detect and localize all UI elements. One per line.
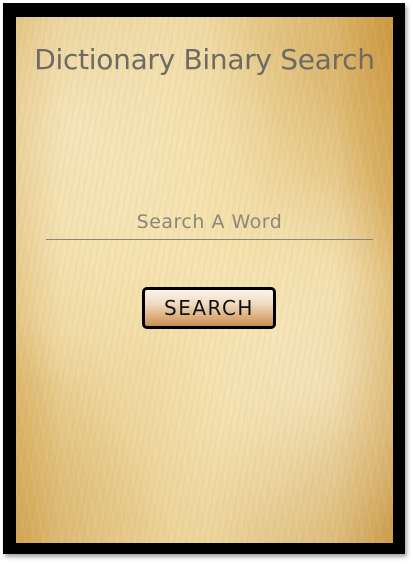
search-input[interactable]	[46, 205, 373, 240]
search-button[interactable]: SEARCH	[142, 287, 276, 329]
app-frame: Dictionary Binary Search SEARCH	[3, 3, 405, 554]
page-title: Dictionary Binary Search	[34, 43, 375, 76]
parchment-background: Dictionary Binary Search SEARCH	[16, 17, 393, 543]
